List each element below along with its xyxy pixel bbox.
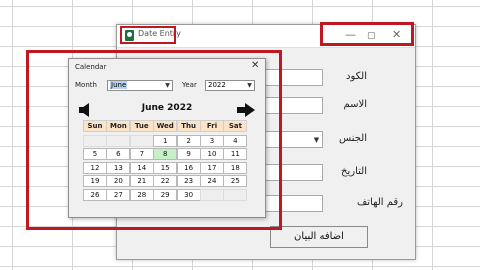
phone-label: رقم الهاتف (356, 197, 403, 208)
code-label: الكود (346, 71, 367, 82)
minimize-icon[interactable]: — (345, 28, 356, 42)
window-controls-highlight: — ▢ ✕ (320, 22, 414, 46)
maximize-icon[interactable]: ▢ (367, 29, 376, 43)
close-icon[interactable]: ✕ (392, 28, 401, 42)
title-highlight (120, 26, 176, 44)
date-label: التاريخ (341, 166, 367, 177)
calendar-highlight (26, 50, 282, 230)
name-label: الاسم (343, 99, 367, 110)
add-record-button[interactable]: اضافه البيان (270, 226, 368, 248)
gender-label: الجنس (338, 133, 367, 144)
